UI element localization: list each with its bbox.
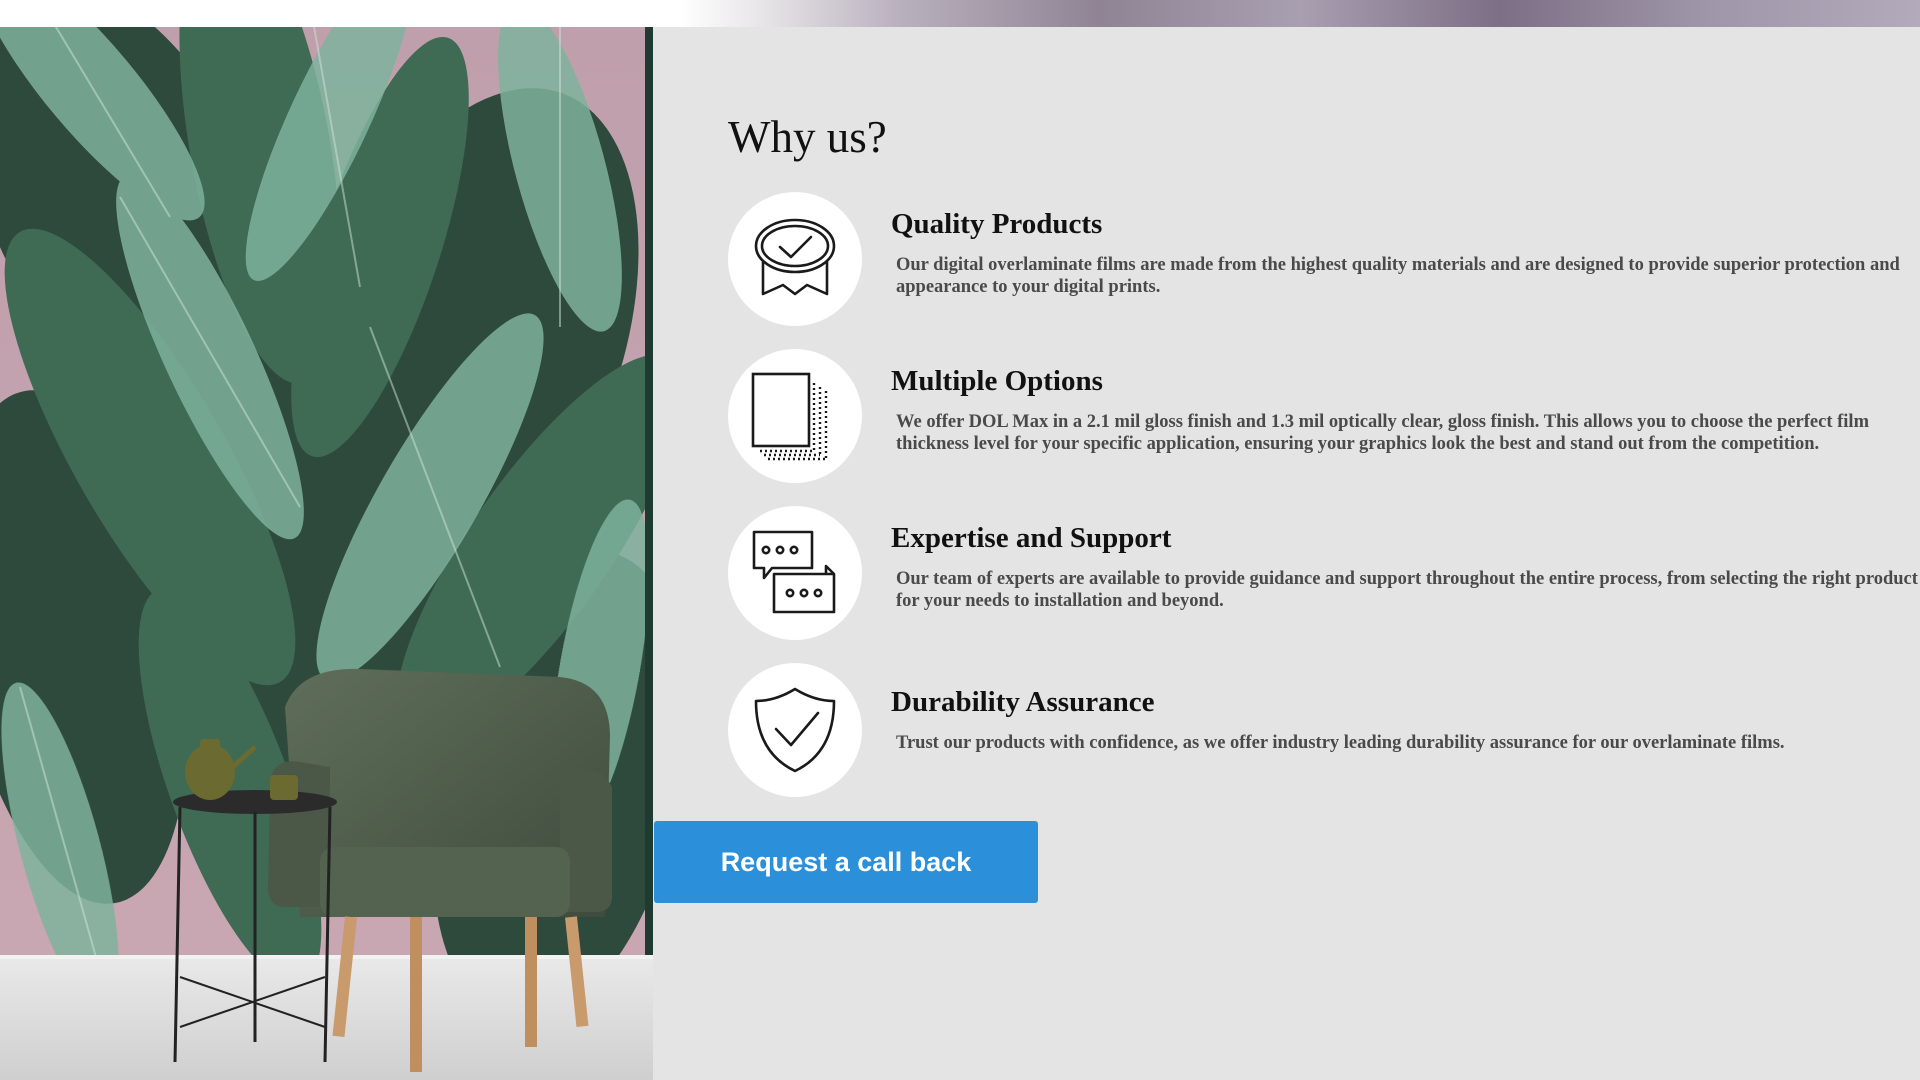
section-title: Why us? [728,112,887,162]
feature-description: Trust our products with confidence, as w… [896,733,1785,753]
why-us-section: Why us? Quality Products Our digital ove… [653,27,1920,1080]
feature-title: Multiple Options [891,365,1103,397]
feature-quality-products: Quality Products Our digital overlaminat… [728,192,1908,332]
stacked-pages-icon [728,349,862,483]
shield-check-icon [728,663,862,797]
feature-description: We offer DOL Max in a 2.1 mil gloss fini… [896,412,1869,454]
feature-durability-assurance: Durability Assurance Trust our products … [728,663,1908,803]
interior-photo-illustration [0,27,653,1080]
feature-description: Our team of experts are available to pro… [896,569,1918,611]
top-banner-image-strip [0,0,1920,27]
quality-badge-icon [728,192,862,326]
feature-title: Durability Assurance [891,686,1155,718]
feature-title: Expertise and Support [891,522,1172,554]
chat-bubbles-icon [728,506,862,640]
feature-description: Our digital overlaminate films are made … [896,255,1900,297]
feature-expertise-support: Expertise and Support Our team of expert… [728,506,1918,646]
feature-multiple-options: Multiple Options We offer DOL Max in a 2… [728,349,1908,489]
request-call-back-button[interactable]: Request a call back [654,821,1038,903]
feature-title: Quality Products [891,208,1103,240]
interior-photo [0,27,653,1080]
